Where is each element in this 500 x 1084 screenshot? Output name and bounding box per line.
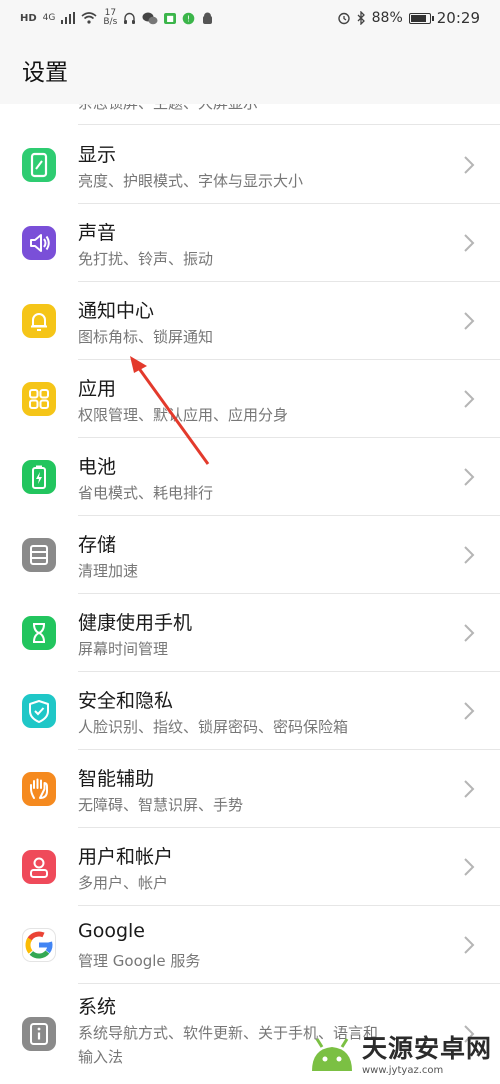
chevron-right-icon	[464, 468, 475, 486]
battery-icon	[22, 460, 56, 494]
settings-list[interactable]: 杂志锁屏、主题、大屏显示 显示亮度、护眼模式、字体与显示大小声音免打扰、铃声、振…	[0, 104, 500, 1084]
app-bar: 设置	[0, 36, 500, 104]
settings-item-title: Google	[78, 920, 146, 942]
signal-icon	[61, 12, 76, 24]
settings-item-subtitle: 省电模式、耗电排行	[78, 484, 214, 502]
bell-icon	[22, 304, 56, 338]
settings-item-title: 显示	[78, 144, 117, 166]
settings-item-subtitle: 管理 Google 服务	[78, 952, 201, 970]
settings-item-title: 电池	[78, 456, 117, 478]
settings-item-subtitle-line2: 输入法	[78, 1048, 124, 1066]
settings-item-6[interactable]: 健康使用手机屏幕时间管理	[0, 594, 500, 672]
hourglass-icon	[22, 616, 56, 650]
hand-icon	[22, 772, 56, 806]
settings-item-7[interactable]: 安全和隐私人脸识别、指纹、锁屏密码、密码保险箱	[0, 672, 500, 750]
chevron-right-icon	[464, 780, 475, 798]
status-bar-left: HD 4G 17 B/s ■ !	[20, 9, 214, 27]
clock: 20:29	[436, 9, 480, 27]
settings-item-title: 用户和帐户	[78, 846, 174, 868]
settings-item-subtitle: 屏幕时间管理	[78, 640, 169, 658]
settings-item-3[interactable]: 应用权限管理、默认应用、应用分身	[0, 360, 500, 438]
alarm-icon	[337, 12, 350, 25]
status-bar: HD 4G 17 B/s ■ ! 88% 20:29	[0, 0, 500, 36]
settings-item-8[interactable]: 智能辅助无障碍、智慧识屏、手势	[0, 750, 500, 828]
settings-item-9[interactable]: 用户和帐户多用户、帐户	[0, 828, 500, 906]
battery-percent: 88%	[371, 10, 403, 26]
app-notification-icon: ■	[164, 12, 176, 24]
settings-item-subtitle: 人脸识别、指纹、锁屏密码、密码保险箱	[78, 718, 349, 736]
svg-text:!: !	[187, 14, 190, 23]
settings-item-subtitle: 清理加速	[78, 562, 139, 580]
settings-item-title: 应用	[78, 378, 117, 400]
settings-item-title: 通知中心	[78, 300, 155, 322]
speed-unit: B/s	[103, 17, 118, 27]
page-title: 设置	[22, 60, 68, 86]
settings-item-title: 安全和隐私	[78, 690, 174, 712]
chevron-right-icon	[464, 858, 475, 876]
google-icon	[22, 928, 56, 962]
divider	[78, 124, 500, 125]
shield-check-icon	[22, 694, 56, 728]
settings-item-4[interactable]: 电池省电模式、耗电排行	[0, 438, 500, 516]
settings-item-subtitle: 多用户、帐户	[78, 874, 169, 892]
settings-item-title: 健康使用手机	[78, 612, 193, 634]
settings-item-subtitle: 免打扰、铃声、振动	[78, 250, 214, 268]
settings-item-0[interactable]: 显示亮度、护眼模式、字体与显示大小	[0, 126, 500, 204]
apps-grid-icon	[22, 382, 56, 416]
chevron-right-icon	[464, 234, 475, 252]
chevron-right-icon	[464, 546, 475, 564]
android-icon	[202, 12, 212, 24]
info-icon	[22, 1017, 56, 1051]
headset-icon	[124, 12, 136, 24]
wifi-icon	[81, 12, 97, 24]
settings-item-title: 智能辅助	[78, 768, 155, 790]
chevron-right-icon	[464, 702, 475, 720]
hd-indicator: HD	[20, 12, 37, 24]
settings-item-2[interactable]: 通知中心图标角标、锁屏通知	[0, 282, 500, 360]
battery-fill	[410, 14, 426, 22]
battery-status-icon	[408, 12, 434, 24]
watermark-url: www.jytyaz.com	[361, 1065, 444, 1076]
chevron-right-icon	[464, 624, 475, 642]
settings-item-1[interactable]: 声音免打扰、铃声、振动	[0, 204, 500, 282]
network-type: 4G	[42, 12, 56, 23]
partial-item-subtitle: 杂志锁屏、主题、大屏显示	[78, 104, 258, 113]
shield-notify-icon: !	[182, 12, 195, 24]
display-icon	[22, 148, 56, 182]
user-icon	[22, 850, 56, 884]
settings-item-5[interactable]: 存储 清理加速	[0, 516, 500, 594]
chevron-right-icon	[464, 156, 475, 174]
settings-item-10[interactable]: Google 管理 Google 服务	[0, 906, 500, 984]
chevron-right-icon	[464, 936, 475, 954]
settings-item-title: 声音	[78, 222, 117, 244]
settings-item-title: 系统	[78, 996, 117, 1018]
settings-item-subtitle: 图标角标、锁屏通知	[78, 328, 214, 346]
chevron-right-icon	[464, 312, 475, 330]
settings-item-subtitle: 权限管理、默认应用、应用分身	[78, 406, 289, 424]
watermark-name: 天源安卓网	[361, 1034, 492, 1063]
bluetooth-icon	[357, 11, 365, 25]
watermark-text-group: 天源安卓网 www.jytyaz.com	[362, 1029, 492, 1076]
watermark: 天源安卓网 www.jytyaz.com	[306, 1029, 492, 1076]
settings-item-subtitle: 亮度、护眼模式、字体与显示大小	[78, 172, 304, 190]
storage-icon	[22, 538, 56, 572]
settings-item-title: 存储	[78, 534, 117, 556]
settings-item-subtitle: 无障碍、智慧识屏、手势	[78, 796, 244, 814]
network-speed: 17 B/s	[103, 9, 117, 27]
status-bar-right: 88% 20:29	[337, 9, 480, 27]
wechat-icon	[142, 12, 158, 24]
chevron-right-icon	[464, 390, 475, 408]
android-logo-icon	[311, 1037, 352, 1071]
sound-icon	[22, 226, 56, 260]
